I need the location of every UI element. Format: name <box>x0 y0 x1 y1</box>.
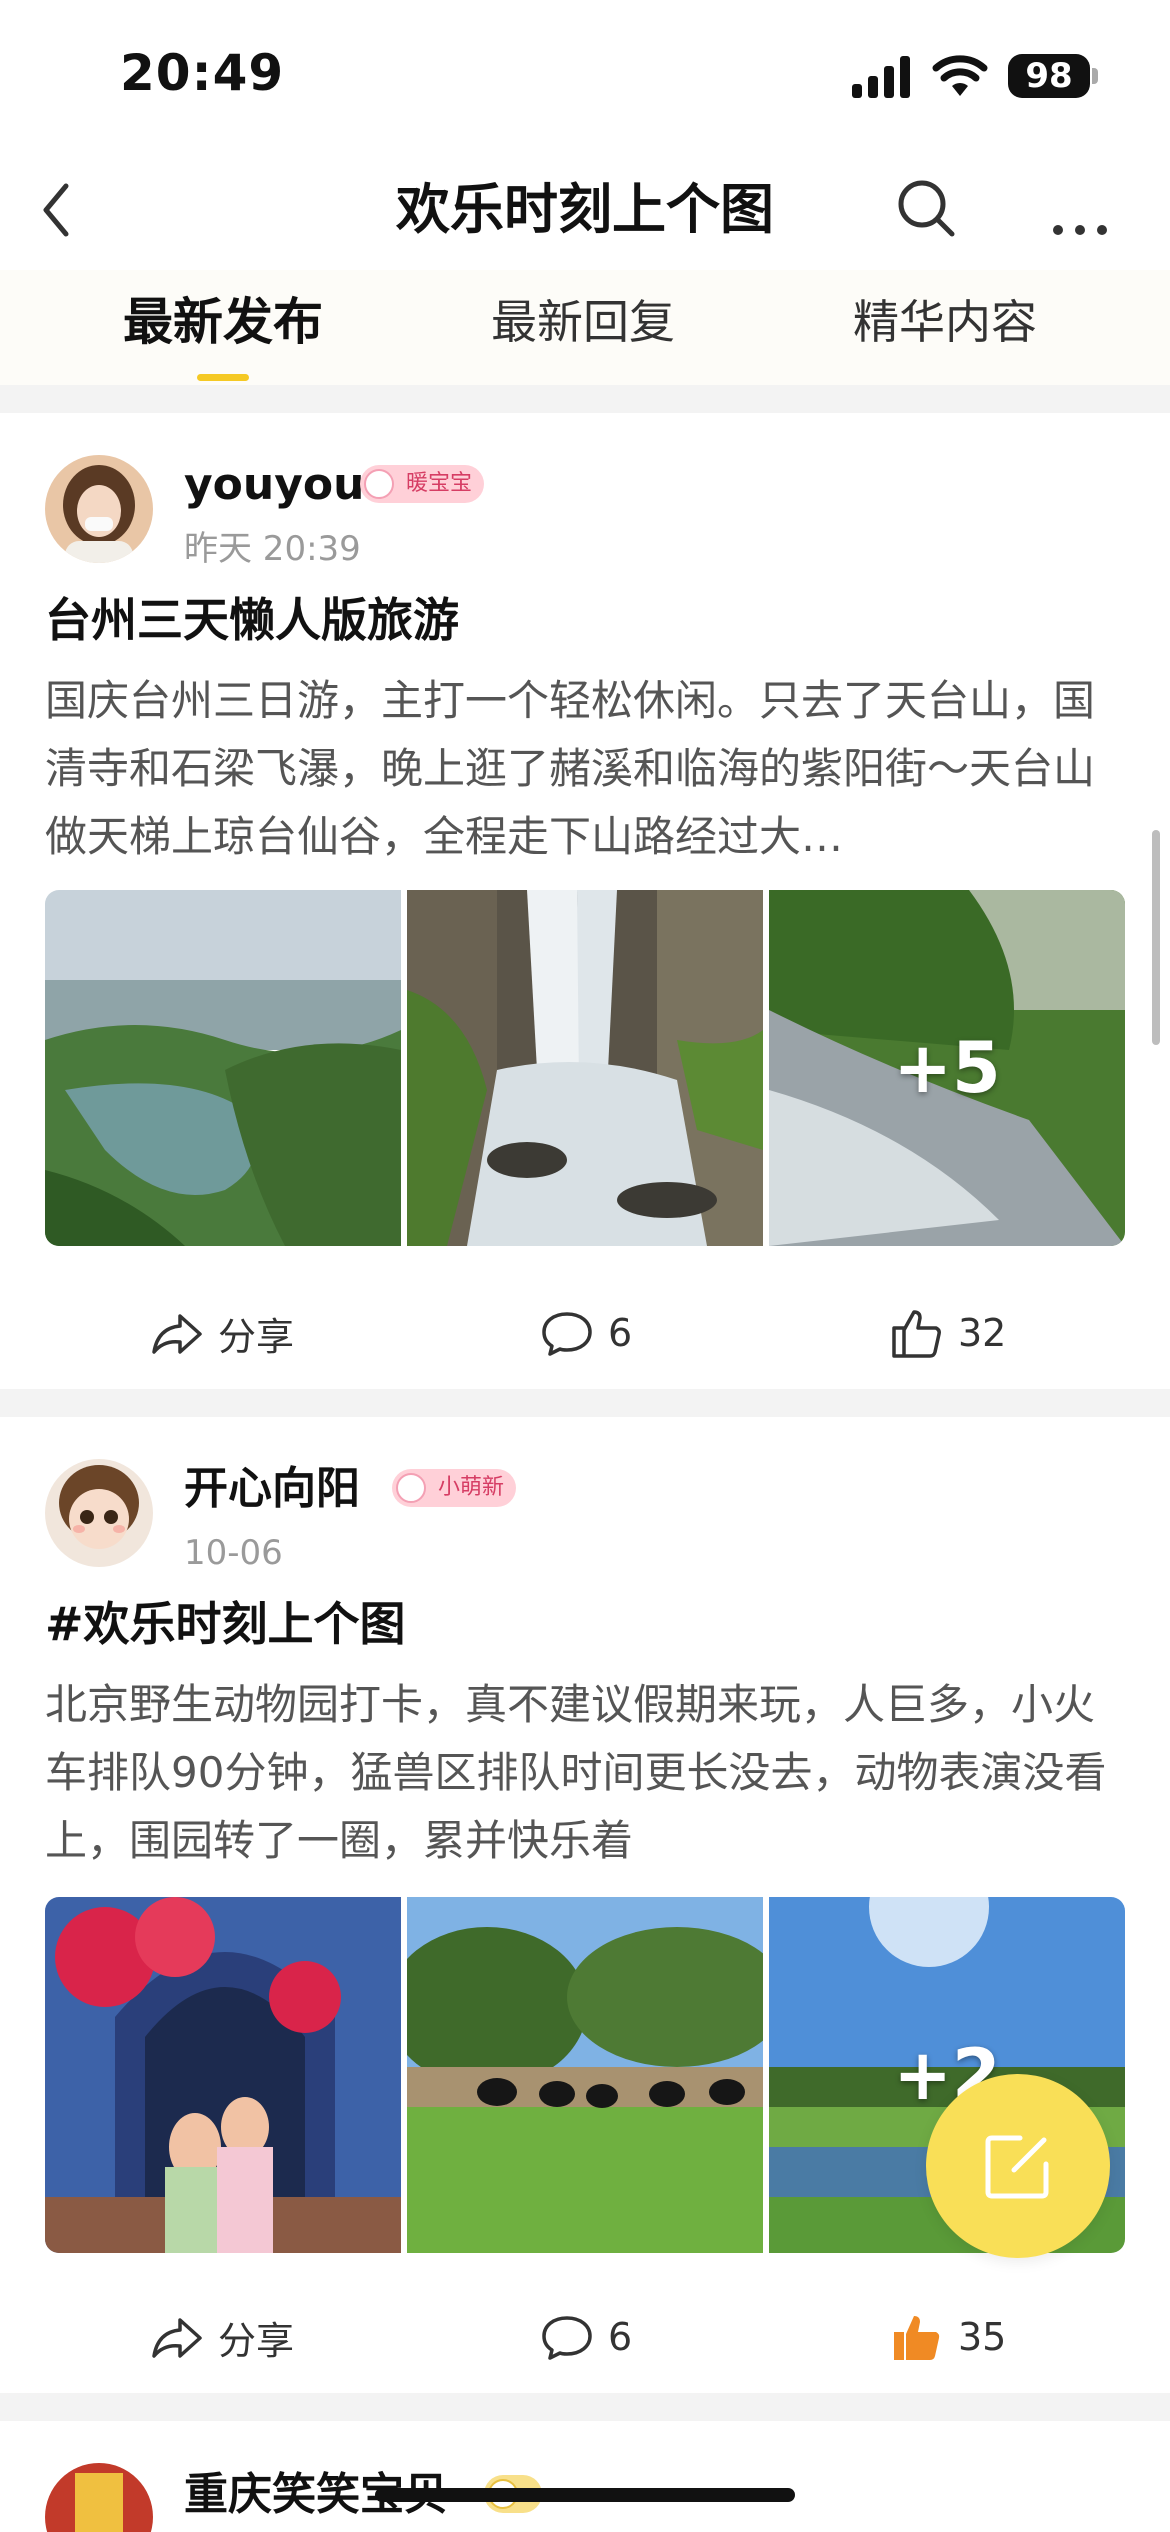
user-level-badge: 暖宝宝 <box>360 465 485 503</box>
tab-bar: 最新发布 最新回复 精华内容 <box>0 270 1170 385</box>
compose-post-button[interactable] <box>926 2074 1110 2258</box>
post-photo-image <box>45 890 401 1246</box>
thumbs-up-filled-icon <box>894 2316 940 2360</box>
page-title: 欢乐时刻上个图 <box>396 178 774 241</box>
username[interactable]: 开心向阳 <box>184 1459 360 1519</box>
thumbs-up-icon <box>892 1310 941 1358</box>
avatar[interactable] <box>45 2463 153 2532</box>
post-time: 昨天 20:39 <box>184 529 361 569</box>
post-actions: 分享 6 32 <box>0 1293 1170 1373</box>
badge-label: 暖宝宝 <box>406 471 473 496</box>
post-title[interactable]: #欢乐时刻上个图 <box>45 1592 406 1656</box>
nav-bar: 欢乐时刻上个图 <box>0 150 1170 270</box>
post-photo[interactable] <box>407 890 763 1246</box>
badge-icon <box>364 469 394 499</box>
post-photo[interactable] <box>45 890 401 1246</box>
post-photo-image <box>407 1897 763 2253</box>
share-button[interactable]: 分享 <box>150 2297 294 2377</box>
like-count: 32 <box>958 1311 1007 1355</box>
cellular-signal-icon <box>852 56 914 98</box>
section-divider <box>0 1389 1170 1417</box>
share-label: 分享 <box>218 2318 295 2363</box>
comment-icon <box>542 2316 592 2360</box>
battery-indicator: 98 <box>1008 54 1090 98</box>
status-time: 20:49 <box>120 44 285 102</box>
comment-count: 6 <box>608 1311 633 1355</box>
comment-icon <box>542 1312 592 1356</box>
post-card[interactable]: youyou 暖宝宝 昨天 20:39 台州三天懒人版旅游 国庆台州三日游，主打… <box>0 413 1170 1389</box>
post-time: 10-06 <box>184 1533 283 1573</box>
section-divider <box>0 2393 1170 2421</box>
post-photo-image <box>407 890 763 1246</box>
photo-grid: +5 <box>45 890 1125 1246</box>
user-level-badge: 小萌新 <box>392 1469 517 1507</box>
post-photo[interactable]: +5 <box>769 890 1125 1246</box>
tab-featured[interactable]: 精华内容 <box>815 290 1075 354</box>
tab-latest-replies[interactable]: 最新回复 <box>453 290 713 354</box>
avatar[interactable] <box>45 455 153 563</box>
active-tab-indicator <box>197 374 249 381</box>
comment-button[interactable]: 6 <box>540 1293 632 1373</box>
wifi-icon <box>932 55 988 96</box>
like-count: 35 <box>958 2315 1007 2359</box>
post-photo[interactable] <box>407 1897 763 2253</box>
post-card[interactable]: 重庆笑笑宝贝 <box>0 2421 1170 2532</box>
home-indicator <box>375 2488 795 2502</box>
share-button[interactable]: 分享 <box>150 1293 294 1373</box>
post-body[interactable]: 北京野生动物园打卡，真不建议假期来玩，人巨多，小火车排队90分钟，猛兽区排队时间… <box>45 1671 1130 1875</box>
avatar[interactable] <box>45 1459 153 1567</box>
post-body[interactable]: 国庆台州三日游，主打一个轻松休闲。只去了天台山，国清寺和石梁飞瀑，晚上逛了赭溪和… <box>45 667 1130 871</box>
post-actions: 分享 6 35 <box>0 2297 1170 2377</box>
badge-icon <box>396 1473 426 1503</box>
tab-latest-posts[interactable]: 最新发布 <box>93 290 353 354</box>
share-icon <box>152 1314 202 1354</box>
more-photos-count[interactable]: +5 <box>769 890 1125 1246</box>
badge-label: 小萌新 <box>438 1475 505 1500</box>
status-bar: 20:49 98 <box>0 0 1170 150</box>
post-photo-image <box>45 1897 401 2253</box>
more-options-icon[interactable] <box>1050 174 1110 244</box>
like-button[interactable]: 35 <box>890 2297 1006 2377</box>
comment-count: 6 <box>608 2315 633 2359</box>
like-button[interactable]: 32 <box>890 1293 1006 1373</box>
section-divider <box>0 385 1170 413</box>
share-icon <box>152 2318 202 2358</box>
comment-button[interactable]: 6 <box>540 2297 632 2377</box>
back-arrow-icon[interactable] <box>30 172 86 248</box>
post-photo[interactable] <box>45 1897 401 2253</box>
edit-icon <box>985 2135 1049 2199</box>
share-label: 分享 <box>218 1314 295 1359</box>
username[interactable]: youyou <box>184 455 364 515</box>
search-icon[interactable] <box>892 174 962 244</box>
post-title[interactable]: 台州三天懒人版旅游 <box>45 588 459 652</box>
battery-cap <box>1092 68 1098 84</box>
